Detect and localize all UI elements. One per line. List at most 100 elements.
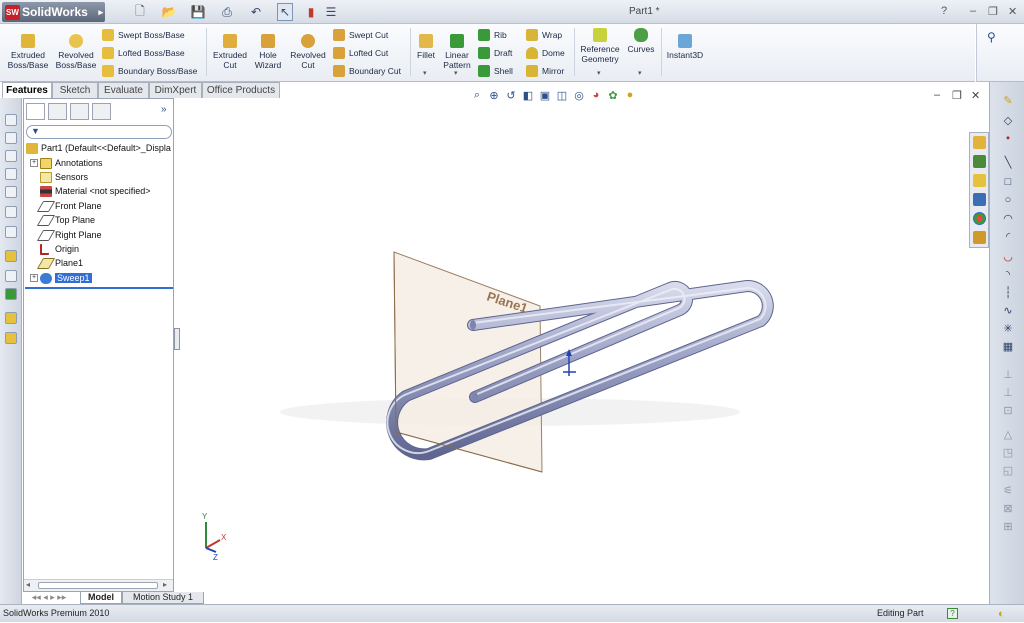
resources-home-icon[interactable] xyxy=(973,136,986,149)
extruded-cut-button[interactable]: Extruded Cut xyxy=(210,34,250,70)
rib-button[interactable]: Rib xyxy=(478,29,507,41)
expand-tabs-icon[interactable]: » xyxy=(161,104,167,115)
revolved-cut-button[interactable]: Revolved Cut xyxy=(287,34,329,70)
pattern-dropdown-icon[interactable]: ▾ xyxy=(454,69,458,77)
help-status-icon[interactable]: ? xyxy=(947,608,958,619)
layer-icon[interactable] xyxy=(5,206,17,218)
centerpoint-arc-icon[interactable]: ◠ xyxy=(1001,212,1015,225)
centerline-icon[interactable]: ┆ xyxy=(1001,286,1015,299)
rebuild-icon[interactable]: ▮ xyxy=(304,3,318,21)
graphics-area[interactable]: Plane1 Y X Z xyxy=(180,104,968,602)
tree-item-front-plane[interactable]: Front Plane xyxy=(36,199,102,213)
search-results-icon[interactable] xyxy=(973,193,986,206)
dimxpert-manager-tab-icon[interactable] xyxy=(92,103,111,120)
fillet-button[interactable]: Fillet xyxy=(413,34,439,60)
tree-item-origin[interactable]: Origin xyxy=(40,242,79,256)
revolved-boss-button[interactable]: Revolved Boss/Base xyxy=(53,34,99,70)
help-icon[interactable]: ? xyxy=(941,5,947,17)
command-manager-options-icon[interactable]: ⚲ xyxy=(987,30,996,44)
wrap-button[interactable]: Wrap xyxy=(526,29,562,41)
tree-root-part[interactable]: Part1 (Default<<Default>_Displa xyxy=(26,141,171,155)
arc-icon[interactable]: ◜ xyxy=(1001,230,1015,243)
move-entities-icon[interactable] xyxy=(5,288,17,300)
tab-features[interactable]: Features xyxy=(2,82,52,99)
tree-item-sensors[interactable]: Sensors xyxy=(40,170,88,184)
previous-view-icon[interactable]: ↺ xyxy=(504,89,518,102)
zoom-to-area-icon[interactable]: ⊕ xyxy=(487,89,501,102)
lofted-cut-button[interactable]: Lofted Cut xyxy=(333,47,388,59)
mirror-sketch-icon[interactable]: △ xyxy=(1001,428,1015,441)
tree-filter-input[interactable]: ▼ xyxy=(26,125,172,139)
file-properties-icon[interactable]: ☰ xyxy=(322,3,340,21)
document-restore-icon[interactable]: ❐ xyxy=(952,89,962,102)
design-library-icon[interactable] xyxy=(973,155,986,168)
relations-icon[interactable]: ⊠ xyxy=(1001,502,1015,515)
scroll-thumb[interactable] xyxy=(38,582,158,589)
point-icon[interactable]: ✳ xyxy=(1001,322,1015,335)
file-explorer-icon[interactable] xyxy=(973,174,986,187)
appearances-icon[interactable] xyxy=(973,212,986,225)
section-view-icon[interactable]: ◧ xyxy=(521,89,535,102)
spline-icon[interactable]: ∿ xyxy=(1001,304,1015,317)
sketch-tool-icon[interactable] xyxy=(5,114,17,126)
save-icon[interactable]: 💾 xyxy=(189,3,207,21)
shell-button[interactable]: Shell xyxy=(478,65,513,77)
repair-icon[interactable]: ⊞ xyxy=(1001,520,1015,533)
offset-icon[interactable]: ⊡ xyxy=(1001,404,1015,417)
boundary-boss-button[interactable]: Boundary Boss/Base xyxy=(102,65,197,77)
rotate-icon[interactable]: ◱ xyxy=(1001,464,1015,477)
layer-icon[interactable] xyxy=(5,186,17,198)
pattern-sketch-icon[interactable]: ⚟ xyxy=(1001,484,1015,497)
dome-button[interactable]: Dome xyxy=(526,47,565,59)
edit-appearance-icon[interactable]: ◕ xyxy=(589,89,603,101)
tab-dimxpert[interactable]: DimXpert xyxy=(149,82,202,98)
tree-item-plane1[interactable]: Plane1 xyxy=(36,256,83,270)
view-settings-icon[interactable]: ● xyxy=(623,89,637,101)
curves-dropdown-icon[interactable]: ▾ xyxy=(638,69,642,77)
rebuild-status-icon[interactable]: ◐ xyxy=(998,606,1005,623)
apply-scene-icon[interactable]: ✿ xyxy=(606,89,620,102)
scroll-right-icon[interactable]: ▸ xyxy=(163,580,167,589)
document-minimize-icon[interactable]: – xyxy=(934,89,940,101)
tree-item-sweep1[interactable]: + Sweep1 xyxy=(30,271,92,285)
move-icon[interactable]: ◳ xyxy=(1001,446,1015,459)
solidworks-menu-button[interactable]: SW SolidWorks ▸ xyxy=(2,2,105,22)
tab-office-products[interactable]: Office Products xyxy=(202,82,280,98)
scroll-left-icon[interactable]: ◂ xyxy=(26,580,30,589)
zoom-to-fit-icon[interactable]: ⌕ xyxy=(470,89,484,102)
expand-icon[interactable]: + xyxy=(30,274,38,282)
instant3d-button[interactable]: Instant3D xyxy=(664,34,706,60)
feature-icon[interactable] xyxy=(5,332,17,344)
tab-nav-arrows[interactable]: ◂◂ ◂ ▸ ▸▸ xyxy=(26,592,72,604)
rollback-bar[interactable] xyxy=(25,287,173,289)
display-style-icon[interactable]: ◫ xyxy=(555,89,569,102)
draft-button[interactable]: Draft xyxy=(478,47,512,59)
smart-dimension-icon[interactable] xyxy=(5,270,17,282)
extruded-boss-button[interactable]: Extruded Boss/Base xyxy=(6,34,50,70)
fillet-sketch-icon[interactable]: ◝ xyxy=(1001,268,1015,281)
hole-wizard-button[interactable]: Hole Wizard xyxy=(251,34,285,70)
smart-dimension-icon[interactable]: ◇ xyxy=(1001,114,1015,127)
tab-evaluate[interactable]: Evaluate xyxy=(98,82,149,98)
new-document-icon[interactable]: 🗋 xyxy=(131,3,149,21)
undo-icon[interactable]: ↶ xyxy=(247,3,265,21)
extend-icon[interactable]: ⊥ xyxy=(1001,386,1015,399)
tree-item-right-plane[interactable]: Right Plane xyxy=(36,228,102,242)
tree-item-material[interactable]: Material <not specified> xyxy=(40,184,151,198)
hide-show-items-icon[interactable]: ◎ xyxy=(572,89,586,102)
print-icon[interactable]: ⎙ xyxy=(218,3,236,21)
sketch-icon[interactable]: ✎ xyxy=(1001,94,1015,107)
tab-model[interactable]: Model xyxy=(80,592,122,604)
layer-icon[interactable] xyxy=(5,226,17,238)
tree-item-top-plane[interactable]: Top Plane xyxy=(36,213,95,227)
circle-icon[interactable]: ○ xyxy=(1001,194,1015,206)
lofted-boss-button[interactable]: Lofted Boss/Base xyxy=(102,47,185,59)
dimension-icon[interactable]: ⬩ xyxy=(1001,132,1015,145)
fillet-dropdown-icon[interactable]: ▾ xyxy=(423,69,427,77)
expand-icon[interactable]: + xyxy=(30,159,38,167)
reference-geometry-button[interactable]: Reference Geometry xyxy=(578,28,622,64)
tree-horizontal-scrollbar[interactable]: ◂ ▸ xyxy=(24,579,173,591)
close-icon[interactable]: ✕ xyxy=(1008,5,1017,18)
minimize-icon[interactable]: – xyxy=(970,5,976,17)
line-icon[interactable]: ╲ xyxy=(1001,156,1015,169)
